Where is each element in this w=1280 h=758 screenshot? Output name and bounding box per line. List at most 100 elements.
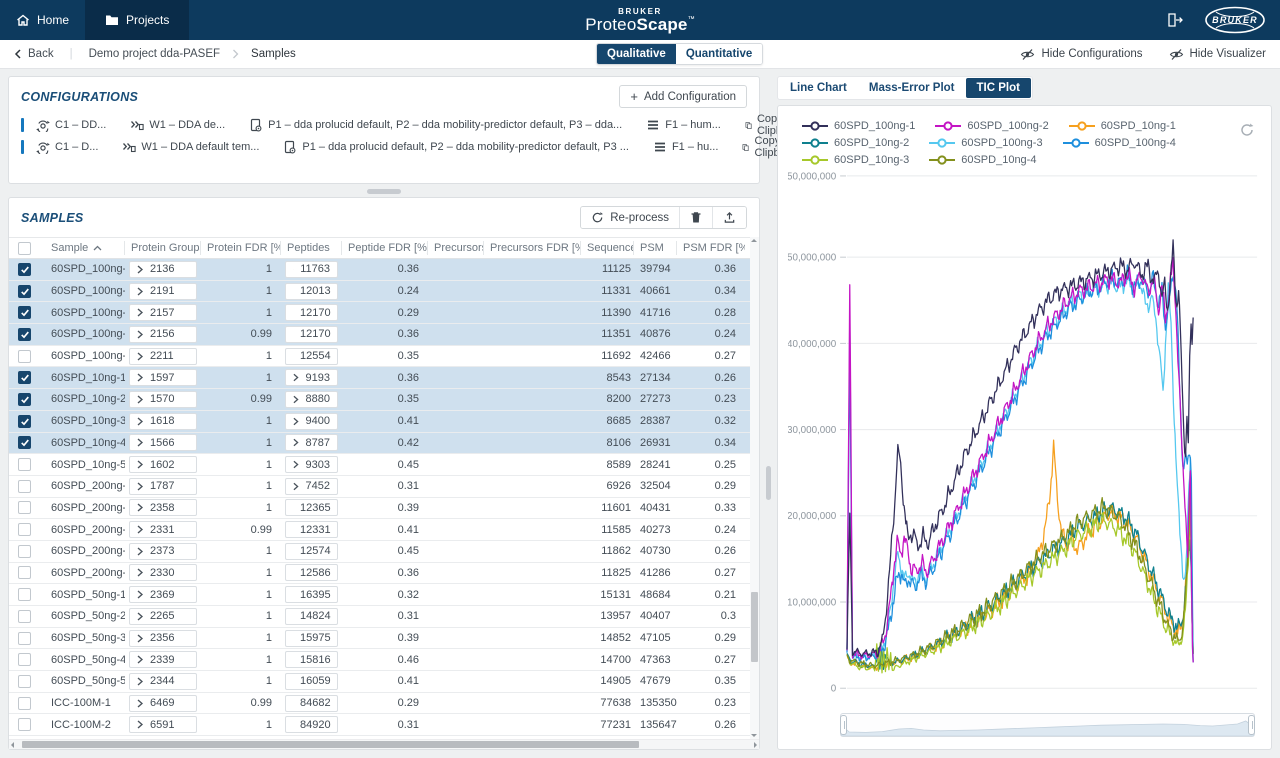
peptides-expand[interactable]: 12013: [285, 283, 338, 300]
legend-item-60SPD_10ng-2[interactable]: 60SPD_10ng-2: [802, 137, 909, 149]
table-row-60SPD_100ng-5[interactable]: 60SPD_100ng-522111125540.3511692424660.2…: [9, 346, 759, 368]
table-row-60SPD_200ng-3[interactable]: 60SPD_200ng-323310.99123310.411158540273…: [9, 519, 759, 541]
table-row-60SPD_100ng-3[interactable]: 60SPD_100ng-321571121700.2911390417160.2…: [9, 302, 759, 324]
row-checkbox[interactable]: [18, 610, 31, 623]
logout-icon[interactable]: [1166, 12, 1184, 28]
protein-groups-expand[interactable]: 1566: [129, 434, 197, 451]
scroll-left-arrow[interactable]: [11, 742, 14, 748]
peptides-expand[interactable]: 12574: [285, 543, 338, 560]
table-row-60SPD_10ng-2[interactable]: 60SPD_10ng-215700.9988800.358200272730.2…: [9, 389, 759, 411]
peptides-expand[interactable]: 12365: [285, 499, 338, 516]
table-row-60SPD_100ng-2[interactable]: 60SPD_100ng-221911120130.2411331406610.3…: [9, 281, 759, 303]
tic-plot[interactable]: 50,000,00050,000,00040,000,00030,000,000…: [788, 168, 1261, 713]
peptides-expand[interactable]: 12170: [285, 304, 338, 321]
horizontal-scrollbar[interactable]: [9, 739, 759, 749]
horizontal-scrollbar-thumb[interactable]: [22, 741, 639, 748]
config-item-fasta[interactable]: F1 – hum...: [646, 118, 721, 132]
column-header-peptides[interactable]: Peptides: [281, 241, 342, 255]
row-checkbox[interactable]: [18, 415, 31, 428]
row-checkbox[interactable]: [18, 480, 31, 493]
peptides-expand[interactable]: 9193: [285, 369, 338, 386]
config-item-processing[interactable]: P1 – dda prolucid default, P2 – dda mobi…: [283, 140, 629, 154]
legend-item-60SPD_10ng-3[interactable]: 60SPD_10ng-3: [802, 154, 909, 166]
peptides-expand[interactable]: 16059: [285, 673, 338, 690]
row-checkbox[interactable]: [18, 501, 31, 514]
row-checkbox[interactable]: [18, 718, 31, 731]
peptides-expand[interactable]: 14824: [285, 608, 338, 625]
peptides-expand[interactable]: 11763: [285, 261, 338, 278]
chart-zoom-minimap[interactable]: [840, 713, 1255, 737]
column-header-psm[interactable]: PSM: [634, 241, 677, 255]
scroll-right-arrow[interactable]: [754, 742, 757, 748]
peptides-expand[interactable]: 9400: [285, 413, 338, 430]
panel-resize-handle-vertical[interactable]: [766, 466, 771, 500]
breadcrumb-project[interactable]: Demo project dda-PASEF: [89, 48, 220, 60]
column-header-peptide-fdr[interactable]: Peptide FDR [%]: [342, 241, 428, 255]
row-checkbox[interactable]: [18, 458, 31, 471]
row-checkbox[interactable]: [18, 523, 31, 536]
zoom-handle-right[interactable]: [1248, 715, 1255, 735]
column-header-sample[interactable]: Sample: [45, 241, 125, 255]
back-button[interactable]: Back: [14, 48, 54, 60]
protein-groups-expand[interactable]: 2369: [129, 586, 197, 603]
legend-item-60SPD_100ng-1[interactable]: 60SPD_100ng-1: [802, 120, 915, 132]
table-row-60SPD_10ng-3[interactable]: 60SPD_10ng-31618194000.418685283870.32: [9, 411, 759, 433]
peptides-expand[interactable]: 8787: [285, 434, 338, 451]
table-row-60SPD_10ng-4[interactable]: 60SPD_10ng-41566187870.428106269310.34: [9, 433, 759, 455]
peptides-expand[interactable]: 15816: [285, 651, 338, 668]
config-item-workflow[interactable]: W1 – DDA de...: [130, 118, 225, 132]
legend-item-60SPD_100ng-2[interactable]: 60SPD_100ng-2: [935, 120, 1048, 132]
add-configuration-button[interactable]: + Add Configuration: [619, 85, 747, 108]
column-header-precursors[interactable]: Precursors: [428, 241, 484, 255]
legend-item-60SPD_100ng-3[interactable]: 60SPD_100ng-3: [929, 137, 1042, 149]
peptides-expand[interactable]: 84682: [285, 695, 338, 712]
protein-groups-expand[interactable]: 1597: [129, 369, 197, 386]
table-row-60SPD_50ng-5[interactable]: 60SPD_50ng-523441160590.4114905476790.35: [9, 671, 759, 693]
protein-groups-expand[interactable]: 6469: [129, 695, 197, 712]
table-row-60SPD_100ng-4[interactable]: 60SPD_100ng-421560.99121700.361135140876…: [9, 324, 759, 346]
config-item-cmd[interactable]: C1 – D...: [36, 140, 98, 154]
column-header-protein-groups[interactable]: Protein Groups: [125, 241, 201, 255]
table-row-60SPD_50ng-1[interactable]: 60SPD_50ng-123691163950.3215131486840.21: [9, 584, 759, 606]
peptides-expand[interactable]: 12554: [285, 348, 338, 365]
protein-groups-expand[interactable]: 2136: [129, 261, 197, 278]
table-row-60SPD_50ng-3[interactable]: 60SPD_50ng-323561159750.3914852471050.29: [9, 628, 759, 650]
hide-configurations-toggle[interactable]: Hide Configurations: [1020, 48, 1142, 61]
legend-item-60SPD_10ng-4[interactable]: 60SPD_10ng-4: [929, 154, 1036, 166]
legend-item-60SPD_10ng-1[interactable]: 60SPD_10ng-1: [1069, 120, 1176, 132]
table-row-60SPD_100ng-1[interactable]: 60SPD_100ng-121361117630.3611125397940.3…: [9, 259, 759, 281]
row-checkbox[interactable]: [18, 545, 31, 558]
peptides-expand[interactable]: 15975: [285, 630, 338, 647]
row-checkbox[interactable]: [18, 371, 31, 384]
row-checkbox[interactable]: [18, 285, 31, 298]
peptides-expand[interactable]: 9303: [285, 456, 338, 473]
legend-item-60SPD_100ng-4[interactable]: 60SPD_100ng-4: [1063, 137, 1176, 149]
protein-groups-expand[interactable]: 1618: [129, 413, 197, 430]
table-row-60SPD_50ng-2[interactable]: 60SPD_50ng-222651148240.3113957404070.3: [9, 606, 759, 628]
row-checkbox[interactable]: [18, 393, 31, 406]
column-header-sequences[interactable]: Sequences: [581, 241, 634, 255]
protein-groups-expand[interactable]: 2157: [129, 304, 197, 321]
peptides-expand[interactable]: 84920: [285, 716, 338, 733]
row-checkbox[interactable]: [18, 350, 31, 363]
row-checkbox[interactable]: [18, 675, 31, 688]
vertical-scrollbar[interactable]: [750, 237, 759, 739]
delete-samples-button[interactable]: [679, 207, 712, 228]
protein-groups-expand[interactable]: 1570: [129, 391, 197, 408]
peptides-expand[interactable]: 12170: [285, 326, 338, 343]
nav-tab-home[interactable]: Home: [0, 0, 85, 40]
table-row-60SPD_200ng-1[interactable]: 60SPD_200ng-11787174520.316926325040.29: [9, 476, 759, 498]
reprocess-button[interactable]: Re-process: [581, 207, 679, 228]
protein-groups-expand[interactable]: 2344: [129, 673, 197, 690]
table-row-60SPD_10ng-5[interactable]: 60SPD_10ng-51602193030.458589282410.25: [9, 454, 759, 476]
protein-groups-expand[interactable]: 2358: [129, 499, 197, 516]
protein-groups-expand[interactable]: 2265: [129, 608, 197, 625]
config-item-cmd[interactable]: C1 – DD...: [36, 118, 106, 132]
table-row-60SPD_200ng-4[interactable]: 60SPD_200ng-423731125740.4511862407300.2…: [9, 541, 759, 563]
nav-tab-projects[interactable]: Projects: [85, 0, 189, 40]
protein-groups-expand[interactable]: 2191: [129, 283, 197, 300]
row-checkbox[interactable]: [18, 697, 31, 710]
protein-groups-expand[interactable]: 2156: [129, 326, 197, 343]
row-checkbox[interactable]: [18, 436, 31, 449]
row-checkbox[interactable]: [18, 263, 31, 276]
